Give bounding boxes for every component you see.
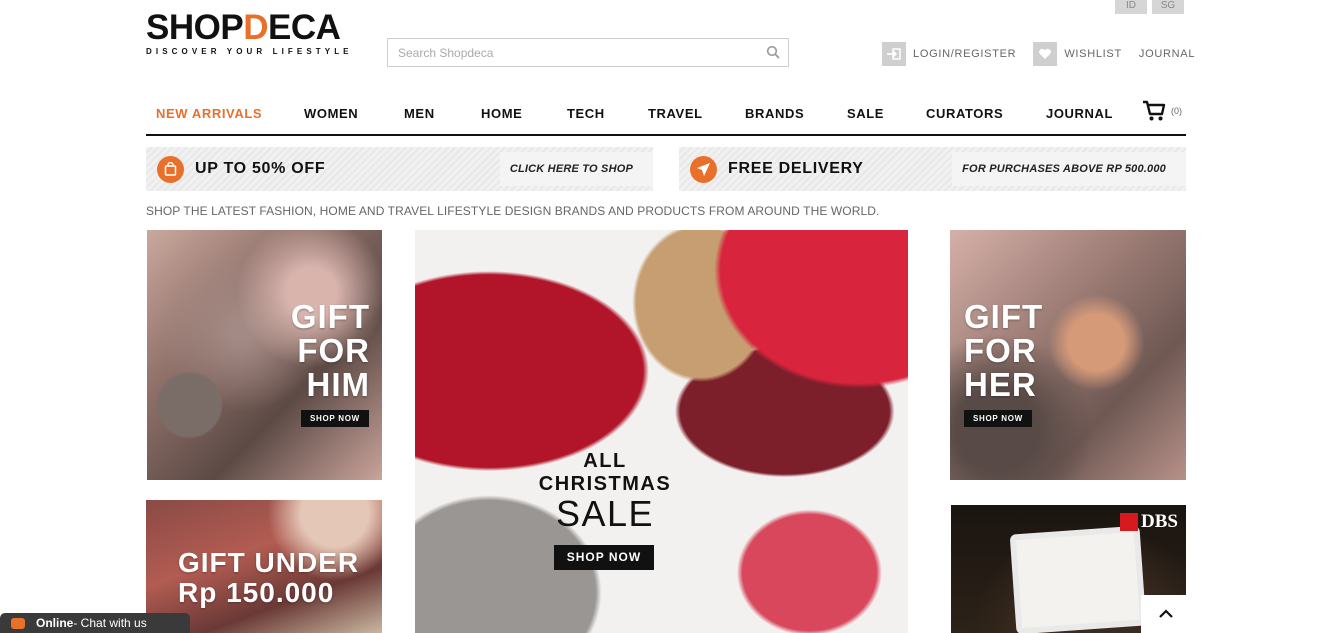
cart-icon: [1143, 100, 1166, 121]
search-input[interactable]: [388, 39, 748, 66]
discount-banner[interactable]: UP TO 50% OFF CLICK HERE TO SHOP: [146, 147, 653, 191]
nav-travel[interactable]: TRAVEL: [648, 106, 703, 121]
logo-wordmark: SHOPDECA: [146, 8, 341, 47]
lang-sg-button[interactable]: SG: [1152, 0, 1184, 14]
site-tagline: SHOP THE LATEST FASHION, HOME AND TRAVEL…: [146, 204, 880, 218]
gift-under-heading: GIFT UNDER Rp 150.000: [178, 547, 360, 608]
chat-bubble-icon: [11, 617, 25, 629]
cart-button[interactable]: (0): [1142, 100, 1182, 122]
christmas-sale-banner[interactable]: ALL CHRISTMAS SALE SHOP NOW: [415, 230, 908, 633]
nav-new-arrivals[interactable]: NEW ARRIVALS: [156, 106, 262, 121]
gift-for-her-heading: GIFT FOR HER: [964, 298, 1044, 403]
christmas-shop-now-button[interactable]: SHOP NOW: [554, 545, 654, 570]
logo-tagline: DISCOVER YOUR LIFESTYLE: [146, 47, 353, 56]
account-links: LOGIN/REGISTER WISHLIST JOURNAL: [882, 42, 1212, 66]
nav-tech[interactable]: TECH: [567, 106, 605, 121]
wishlist-label: WISHLIST: [1064, 48, 1122, 60]
discount-cta[interactable]: CLICK HERE TO SHOP: [499, 152, 653, 186]
lang-id-button[interactable]: ID: [1115, 0, 1147, 14]
dbs-logo: DBS: [1120, 511, 1178, 533]
back-to-top-button[interactable]: [1141, 595, 1191, 633]
gift-for-her-tile[interactable]: GIFT FOR HER SHOP NOW: [950, 230, 1186, 480]
nav-journal[interactable]: JOURNAL: [1046, 106, 1113, 121]
shopping-bag-icon: [157, 155, 184, 183]
cart-count: (0): [1171, 106, 1182, 116]
search-icon[interactable]: [766, 45, 780, 59]
nav-curators[interactable]: CURATORS: [926, 106, 1003, 121]
nav-sale[interactable]: SALE: [847, 106, 884, 121]
gift-for-him-heading: GIFT FOR HIM: [290, 298, 370, 403]
airplane-icon: [690, 155, 717, 183]
wishlist-link[interactable]: WISHLIST: [1033, 42, 1122, 66]
login-register-label: LOGIN/REGISTER: [913, 48, 1017, 60]
delivery-title: FREE DELIVERY: [728, 160, 864, 177]
login-register-link[interactable]: LOGIN/REGISTER: [882, 42, 1016, 66]
nav-home[interactable]: HOME: [481, 106, 522, 121]
gift-for-her-shop-now-button[interactable]: SHOP NOW: [964, 410, 1032, 427]
nav-men[interactable]: MEN: [404, 106, 435, 121]
live-chat-tab[interactable]: Online - Chat with us: [0, 613, 190, 633]
heart-icon: [1033, 42, 1058, 66]
gift-for-him-shop-now-button[interactable]: SHOP NOW: [301, 410, 369, 427]
discount-title: UP TO 50% OFF: [195, 160, 326, 177]
chat-status: Online: [36, 616, 74, 630]
chevron-up-icon: [1159, 609, 1173, 618]
delivery-banner[interactable]: FREE DELIVERY FOR PURCHASES ABOVE RP 500…: [679, 147, 1186, 191]
chat-label: - Chat with us: [73, 616, 147, 630]
nav-women[interactable]: WOMEN: [304, 106, 358, 121]
journal-top-link[interactable]: JOURNAL: [1139, 48, 1195, 60]
search-box: [387, 38, 789, 67]
login-icon: [882, 42, 906, 66]
main-nav: NEW ARRIVALS WOMEN MEN HOME TECH TRAVEL …: [146, 96, 1186, 136]
shopdeca-logo[interactable]: SHOPDECA DISCOVER YOUR LIFESTYLE: [146, 8, 360, 57]
christmas-sale-heading: ALL CHRISTMAS SALE: [538, 450, 672, 534]
gift-for-him-tile[interactable]: GIFT FOR HIM SHOP NOW: [147, 230, 382, 480]
nav-brands[interactable]: BRANDS: [745, 106, 804, 121]
laptop-screen-image: [1009, 525, 1147, 633]
dbs-mark-icon: [1120, 513, 1139, 531]
delivery-cta: FOR PURCHASES ABOVE RP 500.000: [952, 152, 1186, 186]
